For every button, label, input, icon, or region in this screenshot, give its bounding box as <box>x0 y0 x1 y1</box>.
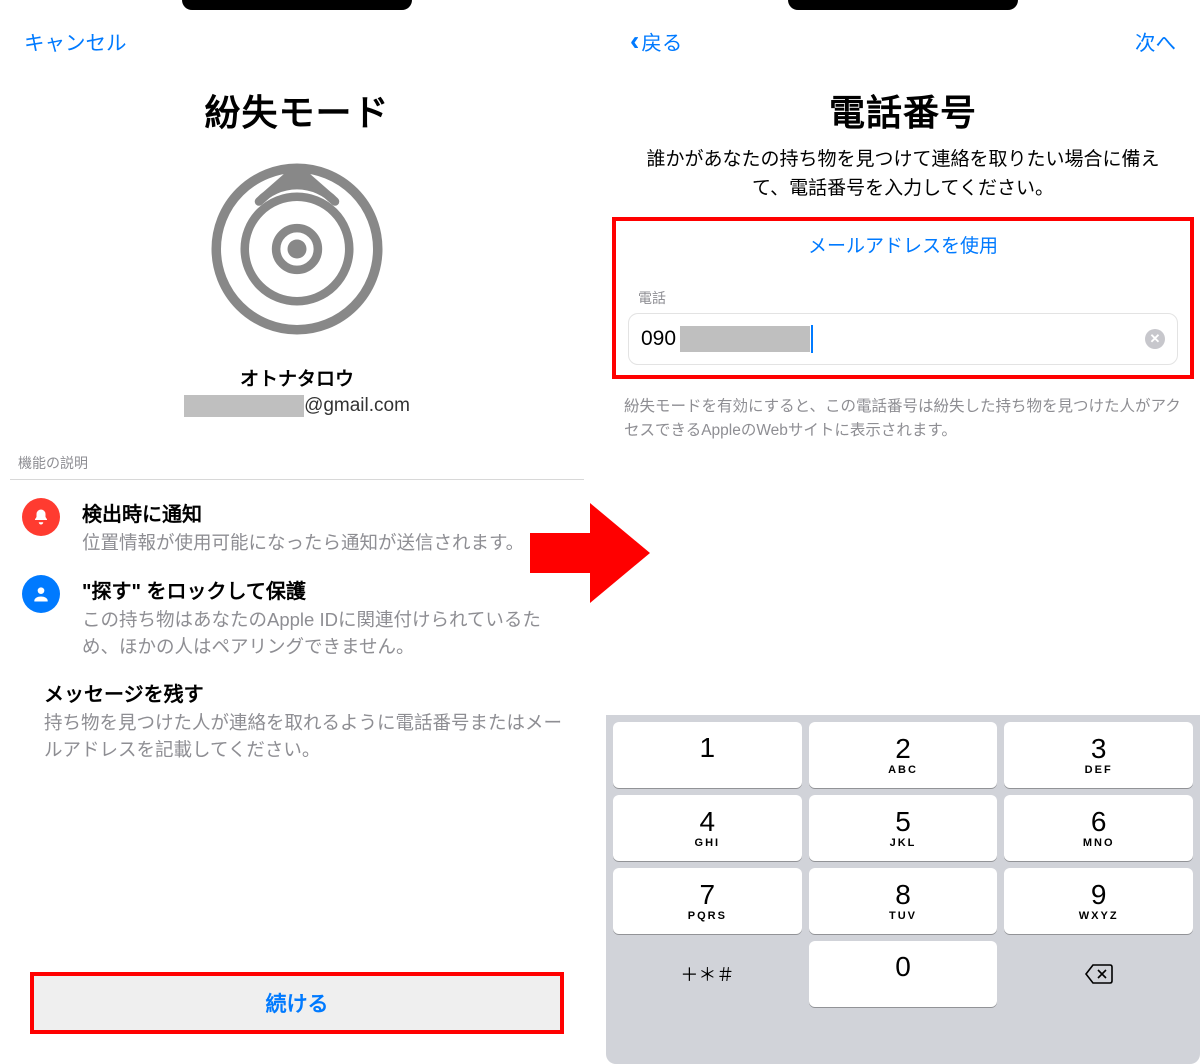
notch <box>182 0 412 10</box>
redacted-phone-suffix <box>680 326 810 352</box>
numeric-keypad: 1 2ABC 3DEF 4GHI 5JKL 6MNO 7PQRS 8TUV 9W… <box>606 715 1200 1064</box>
redacted-email-prefix <box>184 395 304 417</box>
key-0[interactable]: 0 <box>809 941 998 1007</box>
account-name: オトナタロウ <box>0 364 594 391</box>
lost-mode-screen: キャンセル 紛失モード オトナタロウ @gmail.com 機能の説明 検出時に… <box>0 0 594 1064</box>
key-9[interactable]: 9WXYZ <box>1004 868 1193 934</box>
feature-title: メッセージを残す <box>44 678 572 707</box>
key-symbols[interactable]: ＋＊＃ <box>613 941 802 1007</box>
clear-icon[interactable]: ✕ <box>1145 329 1165 349</box>
continue-button[interactable]: 続ける <box>30 972 564 1034</box>
input-section: メールアドレスを使用 電話 090 ✕ <box>612 217 1194 379</box>
page-subtitle: 誰かがあなたの持ち物を見つけて連絡を取りたい場合に備えて、電話番号を入力してくだ… <box>646 146 1160 203</box>
back-button[interactable]: ‹戻る <box>630 26 682 56</box>
text-cursor <box>811 325 813 353</box>
chevron-left-icon: ‹ <box>630 27 639 55</box>
key-2[interactable]: 2ABC <box>809 722 998 788</box>
feature-desc: この持ち物はあなたのApple IDに関連付けられているため、ほかの人はペアリン… <box>82 607 572 661</box>
section-label: 機能の説明 <box>18 453 594 473</box>
page-title: 電話番号 <box>606 84 1200 136</box>
phone-input[interactable]: 090 ✕ <box>628 313 1178 365</box>
key-1[interactable]: 1 <box>613 722 802 788</box>
key-5[interactable]: 5JKL <box>809 795 998 861</box>
feature-notify: 検出時に通知 位置情報が使用可能になったら通知が送信されます。 <box>0 480 594 557</box>
key-6[interactable]: 6MNO <box>1004 795 1193 861</box>
key-3[interactable]: 3DEF <box>1004 722 1193 788</box>
page-title: 紛失モード <box>0 84 594 136</box>
notch <box>788 0 1018 10</box>
key-7[interactable]: 7PQRS <box>613 868 802 934</box>
key-8[interactable]: 8TUV <box>809 868 998 934</box>
cancel-button[interactable]: キャンセル <box>24 26 127 56</box>
arrow-icon <box>530 498 650 608</box>
bell-icon <box>22 498 60 536</box>
key-backspace[interactable] <box>1004 941 1193 1007</box>
findmy-icon <box>202 154 392 344</box>
phone-number-screen: ‹戻る 次へ 電話番号 誰かがあなたの持ち物を見つけて連絡を取りたい場合に備えて… <box>606 0 1200 1064</box>
phone-input-value: 090 <box>641 327 676 351</box>
feature-desc: 位置情報が使用可能になったら通知が送信されます。 <box>82 530 524 557</box>
feature-desc: 持ち物を見つけた人が連絡を取れるように電話番号またはメールアドレスを記載してくだ… <box>44 710 572 764</box>
key-4[interactable]: 4GHI <box>613 795 802 861</box>
user-icon <box>22 575 60 613</box>
input-label: 電話 <box>638 288 1178 308</box>
next-button[interactable]: 次へ <box>1135 26 1176 56</box>
feature-title: 検出時に通知 <box>82 498 524 527</box>
use-email-link[interactable]: メールアドレスを使用 <box>628 231 1178 258</box>
feature-lock: "探す" をロックして保護 この持ち物はあなたのApple IDに関連付けられて… <box>0 557 594 661</box>
feature-message: メッセージを残す 持ち物を見つけた人が連絡を取れるように電話番号またはメールアド… <box>0 660 594 764</box>
account-email: @gmail.com <box>0 395 594 417</box>
feature-title: "探す" をロックして保護 <box>82 575 572 604</box>
disclosure-note: 紛失モードを有効にすると、この電話番号は紛失した持ち物を見つけた人がアクセスでき… <box>624 395 1182 443</box>
backspace-icon <box>1084 963 1114 985</box>
